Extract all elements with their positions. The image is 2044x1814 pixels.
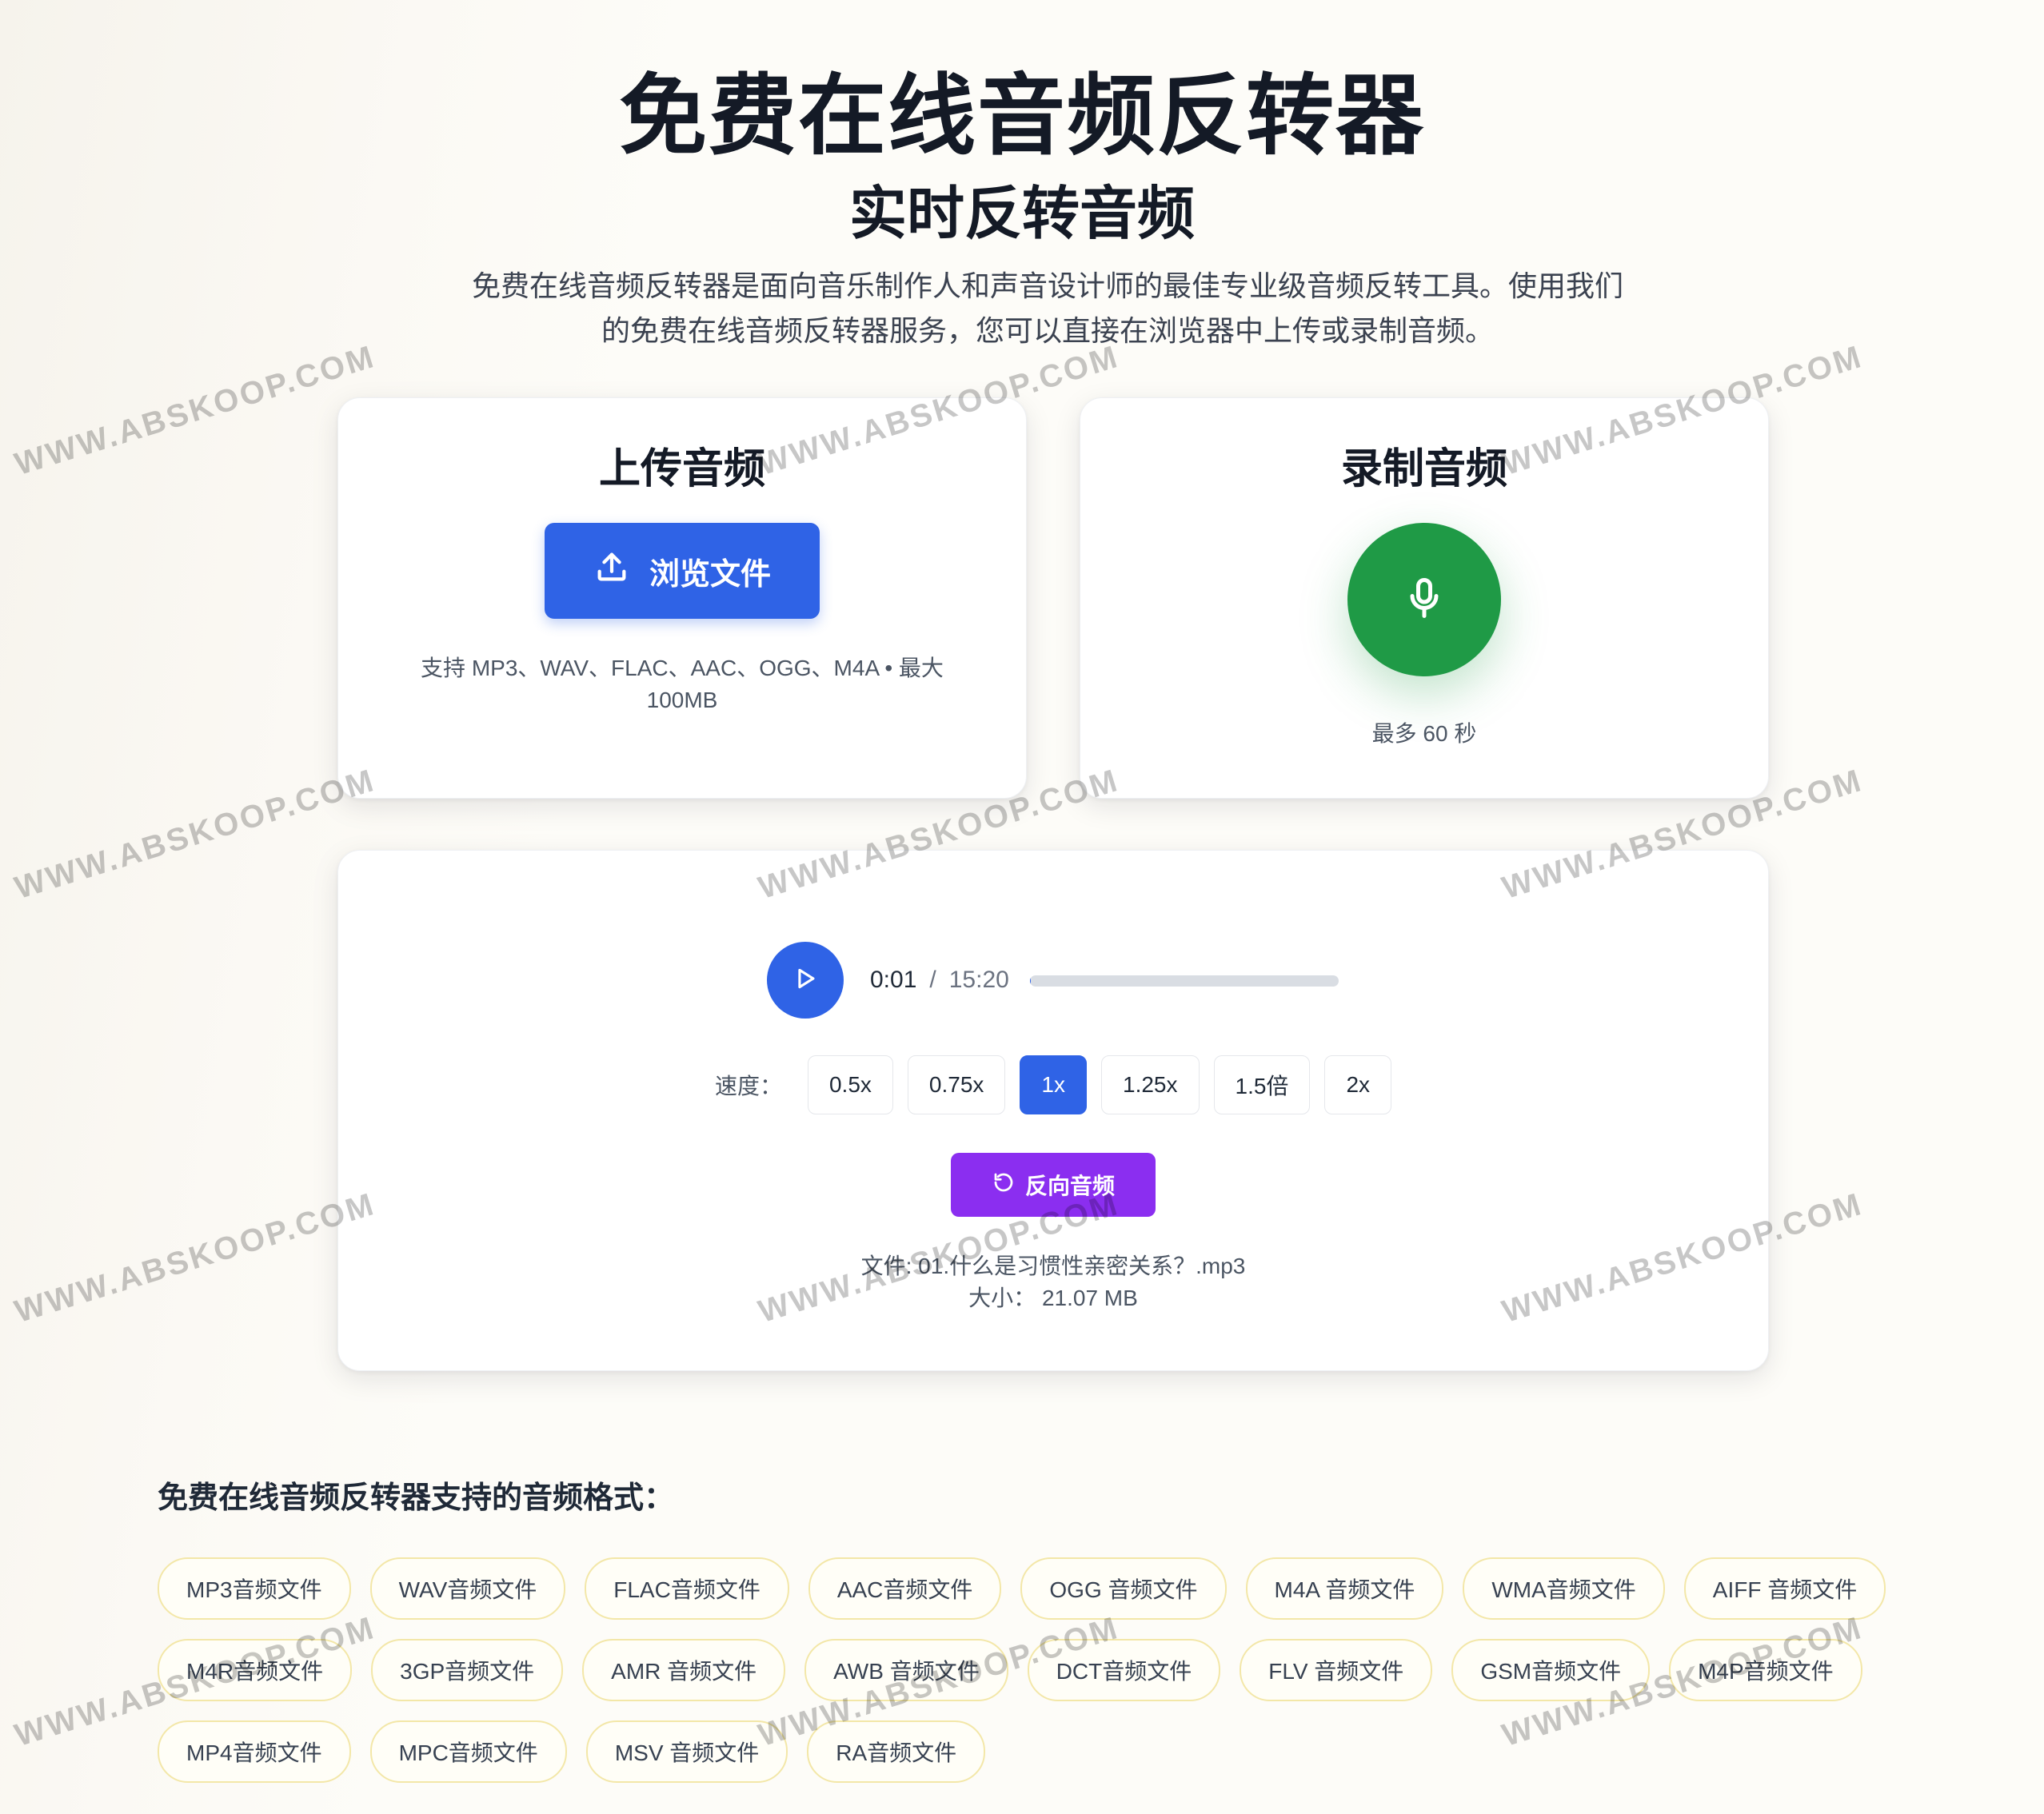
- intro-line: 的免费在线音频反转器服务，您可以直接在浏览器中上传或录制音频。: [601, 314, 1494, 347]
- time-display: 0:01 / 15:20: [870, 963, 1009, 998]
- progress-bar[interactable]: [1030, 975, 1339, 987]
- record-title: 录制音频: [1340, 446, 1507, 492]
- format-chip[interactable]: WAV音频文件: [369, 1557, 566, 1620]
- format-chip[interactable]: M4A 音频文件: [1245, 1557, 1444, 1620]
- record-button[interactable]: [1347, 523, 1501, 676]
- record-card: 录制音频 最多 60 秒: [1080, 397, 1769, 799]
- format-chip[interactable]: OGG 音频文件: [1020, 1557, 1227, 1620]
- chip-row: MP4音频文件 MPC音频文件 MSV 音频文件 RA音频文件: [158, 1720, 1997, 1783]
- speed-button-0-75x[interactable]: 0.75x: [907, 1055, 1006, 1114]
- speed-button-1x[interactable]: 1x: [1020, 1055, 1087, 1114]
- format-chip[interactable]: MPC音频文件: [369, 1720, 567, 1783]
- browse-files-label: 浏览文件: [649, 557, 771, 592]
- record-limit-note: 最多 60 秒: [1371, 721, 1477, 746]
- format-chip[interactable]: FLV 音频文件: [1240, 1639, 1433, 1701]
- upload-title: 上传音频: [598, 446, 765, 492]
- intro-text: 免费在线音频反转器是面向音乐制作人和声音设计师的最佳专业级音频反转工具。使用我们…: [448, 264, 1647, 353]
- format-chip[interactable]: AMR 音频文件: [582, 1639, 786, 1701]
- upload-icon: [593, 548, 630, 593]
- play-button[interactable]: [767, 942, 844, 1019]
- page-header: 免费在线音频反转器 实时反转音频: [0, 66, 2044, 254]
- format-chip[interactable]: WMA音频文件: [1463, 1557, 1665, 1620]
- chip-row: MP3音频文件 WAV音频文件 FLAC音频文件 AAC音频文件 OGG 音频文…: [158, 1557, 1997, 1620]
- format-chip[interactable]: MP3音频文件: [158, 1557, 351, 1620]
- upload-note-line: 100MB: [646, 688, 718, 712]
- speed-button-0-5x[interactable]: 0.5x: [807, 1055, 893, 1114]
- upload-note-line: 支持 MP3、WAV、FLAC、AAC、OGG、M4A • 最大: [421, 656, 944, 680]
- speed-button-2x[interactable]: 2x: [1324, 1055, 1392, 1114]
- speed-button-1-5x[interactable]: 1.5倍: [1213, 1055, 1311, 1114]
- format-chip[interactable]: 3GP音频文件: [371, 1639, 564, 1701]
- format-chip[interactable]: FLAC音频文件: [585, 1557, 789, 1620]
- upload-format-note: 支持 MP3、WAV、FLAC、AAC、OGG、M4A • 最大 100MB: [402, 652, 962, 716]
- page-title: 免费在线音频反转器: [619, 67, 1425, 165]
- duration: 15:20: [948, 967, 1009, 993]
- rotate-icon: [992, 1170, 1016, 1200]
- speed-controls: 速度： 0.5x 0.75x 1x 1.25x 1.5倍 2x: [338, 1055, 1768, 1114]
- formats-title: 免费在线音频反转器支持的音频格式：: [158, 1481, 675, 1515]
- speed-label: 速度：: [714, 1074, 782, 1098]
- intro-line: 免费在线音频反转器是面向音乐制作人和声音设计师的最佳专业级音频反转工具。使用我们: [471, 269, 1623, 302]
- current-time: 0:01: [870, 967, 917, 993]
- page-subtitle: 实时反转音频: [848, 182, 1195, 246]
- play-icon: [792, 965, 819, 996]
- format-chip[interactable]: AAC音频文件: [808, 1557, 1002, 1620]
- time-separator: /: [929, 967, 936, 993]
- upload-card: 上传音频 浏览文件 支持 MP3、WAV、FLAC、AAC、OGG、M4A • …: [337, 397, 1027, 799]
- speed-button-1-25x[interactable]: 1.25x: [1101, 1055, 1200, 1114]
- microphone-icon: [1400, 574, 1448, 626]
- browse-files-button[interactable]: 浏览文件: [545, 523, 820, 619]
- file-name: 文件: 01.什么是习惯性亲密关系？.mp3: [860, 1254, 1246, 1278]
- format-chip[interactable]: MP4音频文件: [158, 1720, 351, 1783]
